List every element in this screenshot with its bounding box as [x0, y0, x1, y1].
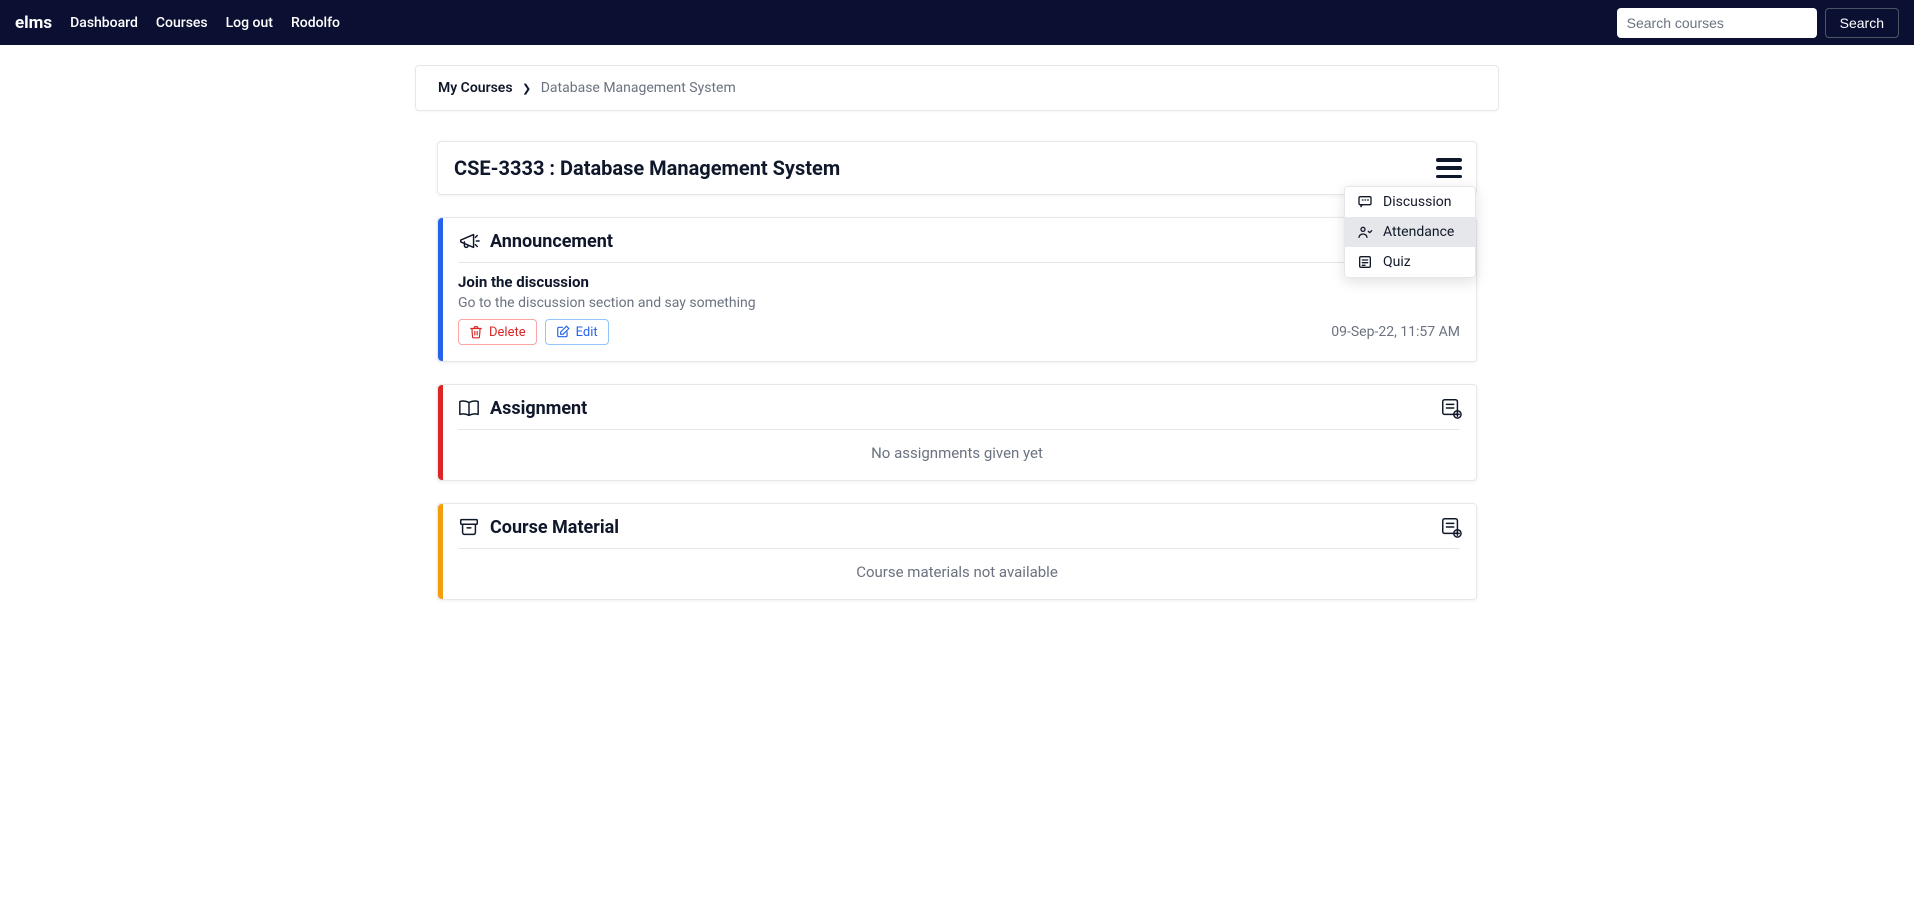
material-empty: Course materials not available [454, 549, 1460, 583]
megaphone-icon [458, 230, 480, 252]
breadcrumb: My Courses ❯ Database Management System [415, 65, 1499, 111]
breadcrumb-separator-icon: ❯ [522, 82, 531, 95]
hamburger-icon [1436, 166, 1462, 170]
nav-username[interactable]: Rodolfo [291, 15, 340, 31]
archive-icon [458, 516, 480, 538]
menu-item-quiz[interactable]: Quiz [1345, 247, 1475, 277]
hamburger-icon [1436, 158, 1462, 162]
breadcrumb-my-courses[interactable]: My Courses [438, 80, 513, 96]
add-document-icon[interactable] [1440, 397, 1462, 419]
breadcrumb-current: Database Management System [541, 80, 736, 96]
hamburger-icon [1436, 175, 1462, 179]
material-heading: Course Material [490, 517, 619, 538]
chat-icon [1357, 194, 1373, 210]
top-navbar: elms Dashboard Courses Log out Rodolfo S… [0, 0, 1914, 45]
delete-label: Delete [489, 325, 526, 340]
edit-label: Edit [576, 325, 598, 340]
material-section: Course Material Course materials not ava… [437, 503, 1477, 600]
nav-logout[interactable]: Log out [226, 15, 273, 31]
assignment-heading: Assignment [490, 398, 587, 419]
edit-button[interactable]: Edit [545, 319, 609, 345]
attendance-icon [1357, 224, 1373, 240]
menu-item-attendance[interactable]: Attendance [1345, 217, 1475, 247]
nav-links: Dashboard Courses Log out Rodolfo [70, 15, 1617, 31]
quiz-icon [1357, 254, 1373, 270]
assignment-section: Assignment No assignments given yet [437, 384, 1477, 481]
nav-dashboard[interactable]: Dashboard [70, 15, 138, 31]
announcement-title: Join the discussion [458, 273, 1460, 291]
course-menu-toggle[interactable] [1436, 158, 1462, 178]
announcement-description: Go to the discussion section and say som… [458, 295, 1460, 311]
menu-item-label: Attendance [1383, 224, 1454, 240]
announcement-heading: Announcement [490, 231, 613, 252]
search-button[interactable]: Search [1825, 8, 1899, 38]
edit-icon [556, 325, 570, 339]
search-form: Search [1617, 8, 1899, 38]
open-book-icon [458, 397, 480, 419]
add-document-icon[interactable] [1440, 516, 1462, 538]
menu-item-label: Discussion [1383, 194, 1451, 210]
course-header: CSE-3333 : Database Management System Di… [437, 141, 1477, 195]
nav-courses[interactable]: Courses [156, 15, 208, 31]
delete-button[interactable]: Delete [458, 319, 537, 345]
menu-item-label: Quiz [1383, 254, 1411, 270]
search-input[interactable] [1617, 8, 1817, 38]
brand-logo[interactable]: elms [15, 13, 52, 33]
announcement-section: Announcement Join the discussion Go to t… [437, 217, 1477, 362]
assignment-empty: No assignments given yet [454, 430, 1460, 464]
course-menu-dropdown: Discussion Attendance Quiz [1344, 186, 1476, 278]
trash-icon [469, 325, 483, 339]
course-title: CSE-3333 : Database Management System [454, 156, 1460, 180]
announcement-timestamp: 09-Sep-22, 11:57 AM [1331, 324, 1460, 340]
menu-item-discussion[interactable]: Discussion [1345, 187, 1475, 217]
